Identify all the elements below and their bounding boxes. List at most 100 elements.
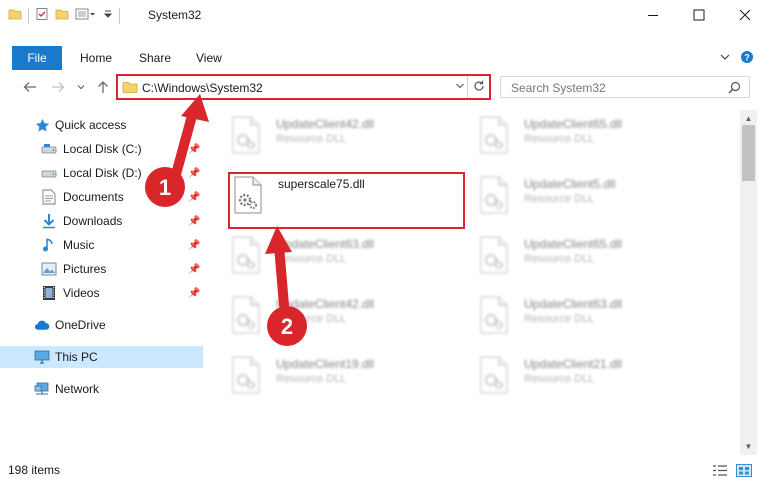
sidebar-item-local-disk-c[interactable]: Local Disk (C:) 📌 <box>0 138 203 160</box>
dll-file-icon <box>478 236 510 274</box>
new-folder-icon[interactable] <box>55 7 69 24</box>
documents-icon <box>41 189 57 205</box>
tab-file[interactable]: File <box>12 46 62 70</box>
minimize-icon <box>647 8 659 24</box>
window-title: System32 <box>148 8 202 22</box>
address-path: C:\Windows\System32 <box>142 81 263 95</box>
chevron-down-icon[interactable] <box>455 79 465 96</box>
sidebar-item-videos[interactable]: Videos 📌 <box>0 282 203 304</box>
list-item[interactable]: UpdateClient63.dll Resource DLL <box>478 294 718 344</box>
list-item[interactable]: UpdateClient21.dll Resource DLL <box>478 354 718 404</box>
list-item[interactable]: UpdateClient5.dll Resource DLL <box>478 174 718 224</box>
title-bar: System32 <box>0 0 769 31</box>
dll-file-icon <box>230 236 262 274</box>
search-input[interactable]: Search System32 <box>511 81 606 95</box>
arrow-up-icon <box>97 80 109 97</box>
sidebar-item-quick-access[interactable]: Quick access <box>0 114 203 136</box>
sidebar-item-local-disk-d[interactable]: Local Disk (D:) 📌 <box>0 162 203 184</box>
up-button[interactable] <box>94 78 112 98</box>
refresh-icon <box>473 80 485 95</box>
dll-file-icon <box>230 116 262 154</box>
item-count: 198 items <box>8 463 61 477</box>
drive-icon <box>41 141 57 157</box>
forward-button[interactable] <box>48 78 68 98</box>
dll-file-icon <box>478 356 510 394</box>
pin-icon[interactable]: 📌 <box>188 288 200 299</box>
sidebar-item-downloads[interactable]: Downloads 📌 <box>0 210 203 232</box>
highlight-box <box>228 172 465 229</box>
file-list: UpdateClient42.dll Resource DLL UpdateCl… <box>206 110 740 455</box>
properties-icon[interactable] <box>35 7 49 24</box>
expand-ribbon-button[interactable] <box>716 49 734 67</box>
pin-icon[interactable]: 📌 <box>188 168 200 179</box>
pin-icon[interactable]: 📌 <box>188 192 200 203</box>
address-bar[interactable]: C:\Windows\System32 <box>116 74 491 100</box>
sidebar-item-network[interactable]: Network <box>0 378 203 400</box>
pin-icon[interactable]: 📌 <box>188 240 200 251</box>
pin-icon[interactable]: 📌 <box>188 216 200 227</box>
pin-icon[interactable]: 📌 <box>188 144 200 155</box>
maximize-button[interactable] <box>676 0 722 31</box>
dll-file-icon <box>478 296 510 334</box>
folder-icon <box>122 79 138 98</box>
scroll-down-button[interactable]: ▼ <box>740 438 757 455</box>
videos-icon <box>41 285 57 301</box>
dll-file-icon <box>478 176 510 214</box>
minimize-button[interactable] <box>630 0 676 31</box>
list-item[interactable]: UpdateClient19.dll Resource DLL <box>230 354 470 404</box>
help-icon: ? <box>740 50 754 67</box>
dropdown-arrow-icon[interactable] <box>103 7 113 24</box>
pictures-icon <box>41 261 57 277</box>
dll-file-icon <box>230 296 262 334</box>
chevron-down-icon <box>76 81 86 95</box>
sidebar-item-this-pc[interactable]: This PC <box>0 346 203 368</box>
recent-locations-button[interactable] <box>74 78 88 98</box>
list-item[interactable]: UpdateClient42.dll Resource DLL <box>230 294 470 344</box>
list-item[interactable]: UpdateClient42.dll Resource DLL <box>230 114 470 164</box>
cloud-icon <box>34 317 50 333</box>
toolbar-divider <box>119 7 120 24</box>
svg-text:?: ? <box>744 52 750 62</box>
sidebar-item-onedrive[interactable]: OneDrive <box>0 314 203 336</box>
large-icons-view-icon[interactable] <box>736 464 752 477</box>
status-bar: 198 items <box>0 458 769 482</box>
back-button[interactable] <box>20 78 40 98</box>
tab-view[interactable]: View <box>196 51 222 65</box>
pin-icon[interactable]: 📌 <box>188 264 200 275</box>
star-icon <box>34 117 50 133</box>
search-icon[interactable] <box>728 81 741 97</box>
toolbar-divider <box>28 7 29 24</box>
help-button[interactable]: ? <box>738 49 756 67</box>
maximize-icon <box>693 8 705 24</box>
folder-icon[interactable] <box>8 7 22 24</box>
sidebar-item-pictures[interactable]: Pictures 📌 <box>0 258 203 280</box>
sidebar-item-documents[interactable]: Documents 📌 <box>0 186 203 208</box>
search-box[interactable]: Search System32 <box>500 76 750 98</box>
computer-icon <box>34 349 50 365</box>
tab-home[interactable]: Home <box>80 51 112 65</box>
close-icon <box>739 8 751 24</box>
chevron-down-icon <box>719 51 731 66</box>
quick-access-toolbar <box>8 7 120 24</box>
tab-share[interactable]: Share <box>139 51 171 65</box>
list-item[interactable]: UpdateClient63.dll Resource DLL <box>230 234 470 284</box>
dll-file-icon <box>230 356 262 394</box>
sidebar-item-music[interactable]: Music 📌 <box>0 234 203 256</box>
close-button[interactable] <box>722 0 768 31</box>
dll-file-icon <box>478 116 510 154</box>
customize-toolbar-icon[interactable] <box>75 7 97 24</box>
navigation-pane: Quick access Local Disk (C:) 📌 Local Dis… <box>0 110 206 455</box>
details-view-icon[interactable] <box>712 464 728 477</box>
network-icon <box>34 381 50 397</box>
list-item[interactable]: UpdateClient65.dll Resource DLL <box>478 114 718 164</box>
arrow-left-icon <box>23 81 37 96</box>
refresh-button[interactable] <box>467 76 489 98</box>
list-item[interactable]: UpdateClient65.dll Resource DLL <box>478 234 718 284</box>
arrow-right-icon <box>51 81 65 96</box>
music-icon <box>41 237 57 253</box>
drive-icon <box>41 165 57 181</box>
download-icon <box>41 213 57 229</box>
scroll-thumb[interactable] <box>742 125 755 181</box>
ribbon <box>0 46 769 70</box>
vertical-scrollbar[interactable]: ▲ ▼ <box>740 110 757 455</box>
